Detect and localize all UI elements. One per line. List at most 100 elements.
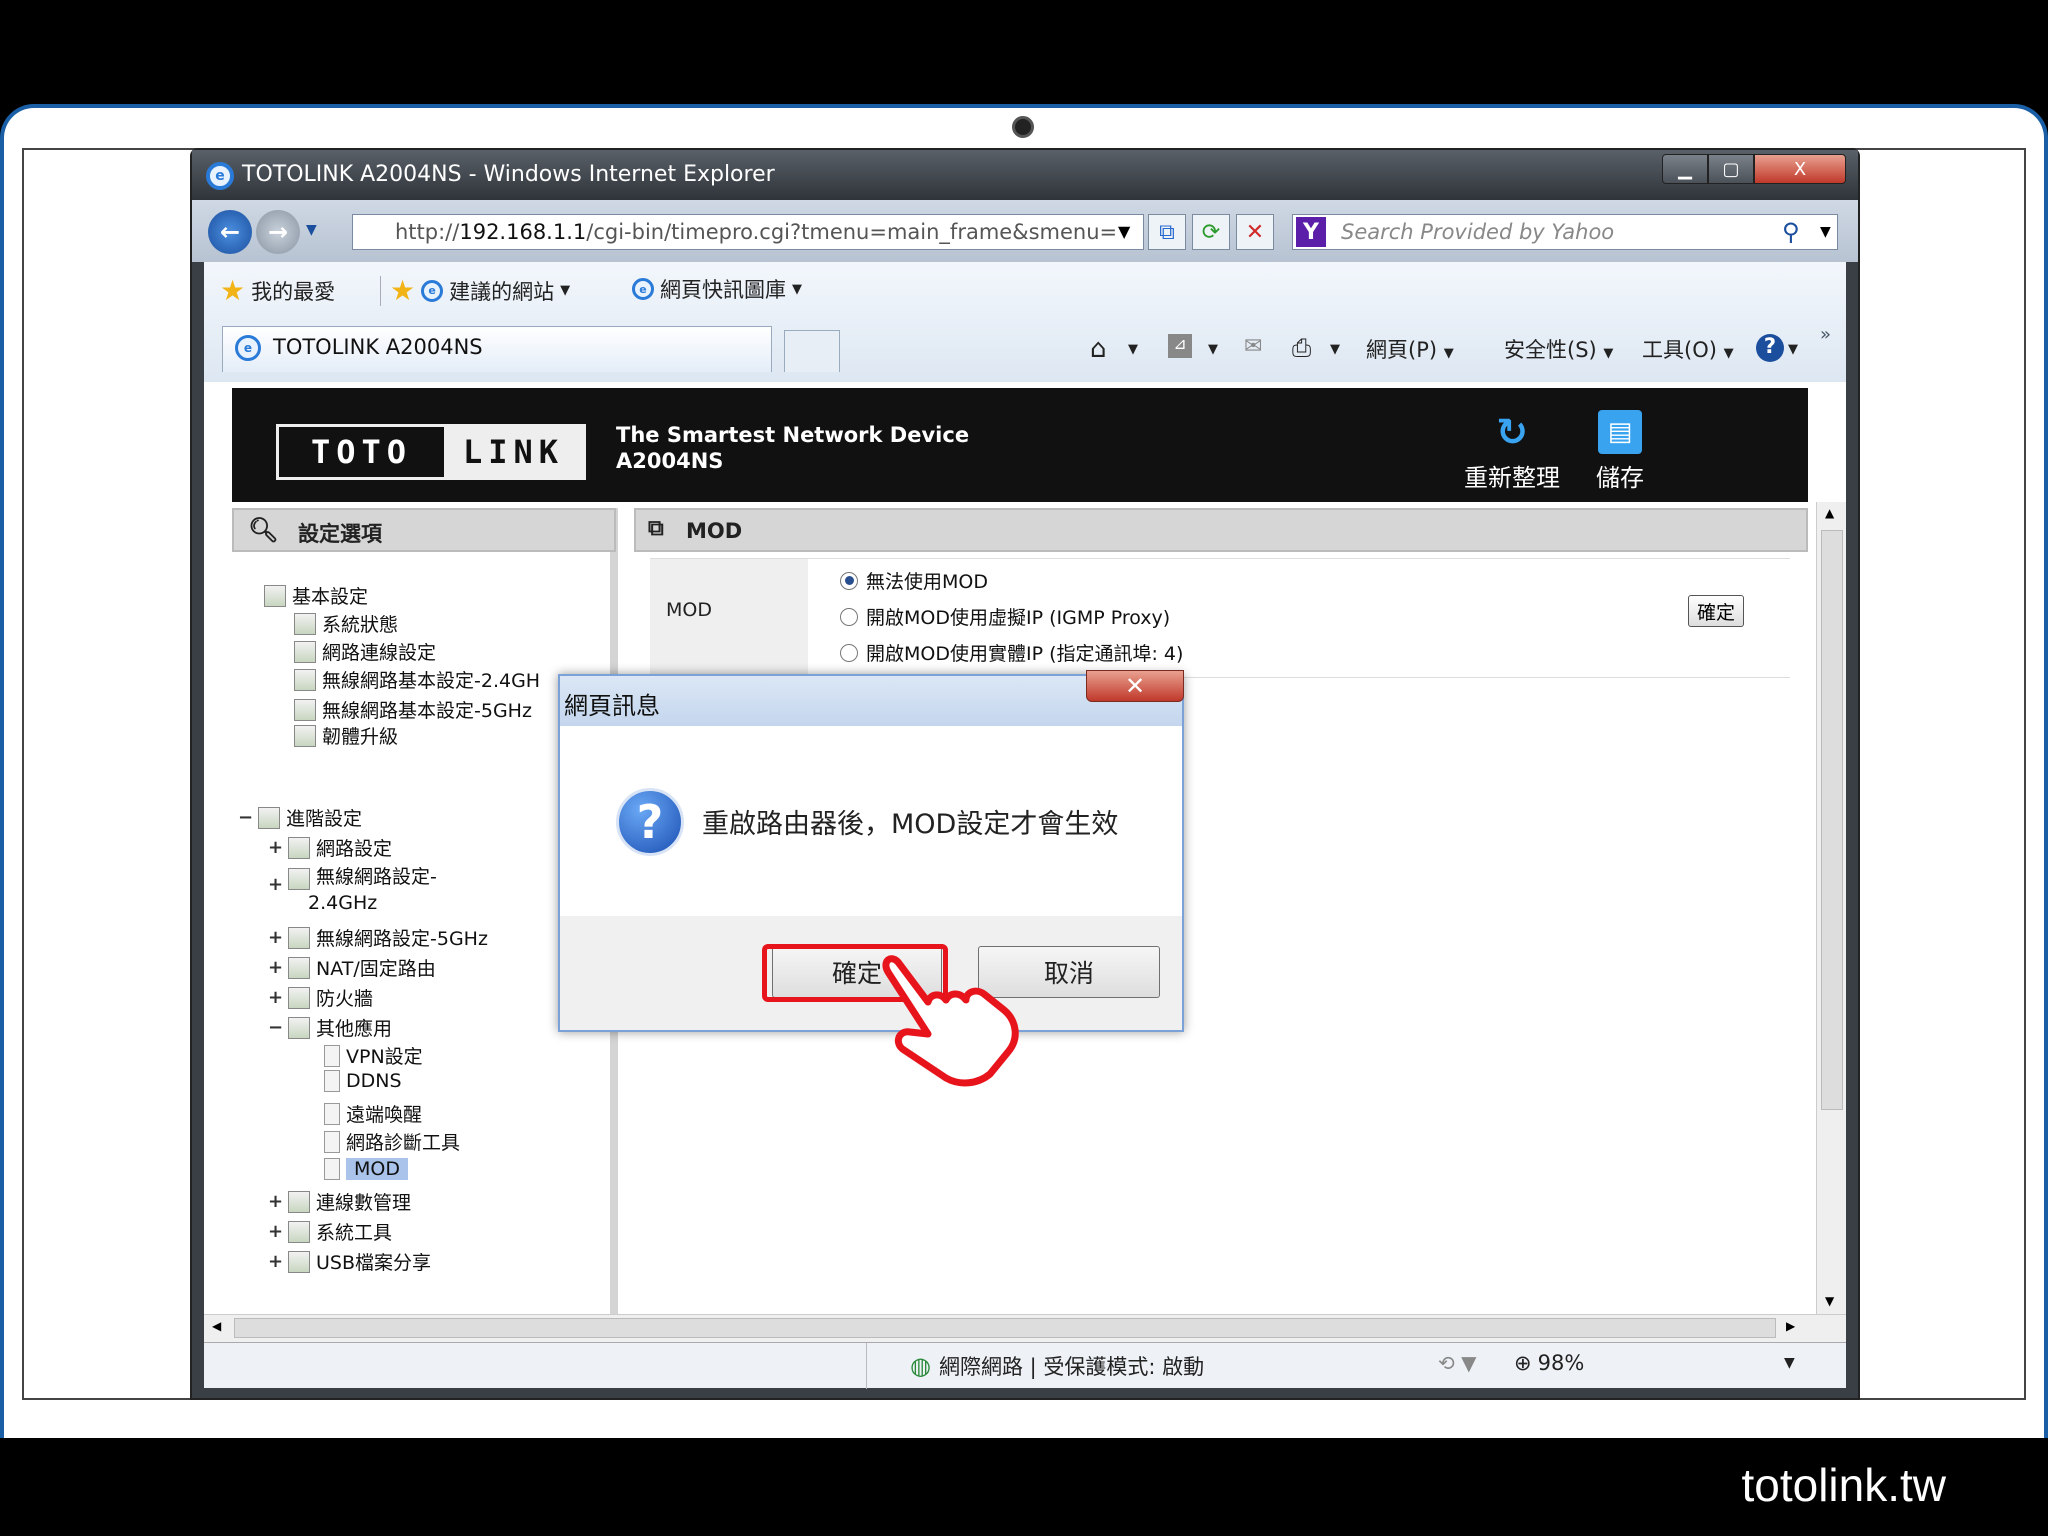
- search-dropdown-icon[interactable]: ▼: [1820, 224, 1831, 240]
- tab-totolink[interactable]: e TOTOLINK A2004NS: [222, 326, 772, 372]
- mod-row-label: MOD: [650, 559, 808, 679]
- tree-system-status[interactable]: 系統狀態: [294, 610, 398, 637]
- minimize-button[interactable]: ▁: [1662, 154, 1708, 184]
- more-commands-icon[interactable]: »: [1820, 324, 1831, 345]
- search-input[interactable]: Search Provided by Yahoo: [1292, 214, 1838, 250]
- zoom-control[interactable]: ⊕ 98%: [1514, 1351, 1584, 1375]
- tree-network-settings[interactable]: + 網路設定: [268, 834, 392, 861]
- help-icon[interactable]: ?: [1756, 334, 1784, 362]
- sidebar-header: 🔍︎ 設定選項: [232, 508, 616, 552]
- print-dropdown-icon[interactable]: ▼: [1330, 342, 1340, 357]
- web-slice-gallery-button[interactable]: e 網頁快訊圖庫 ▼: [632, 274, 802, 304]
- help-dropdown-icon[interactable]: ▼: [1788, 342, 1798, 357]
- router-header: TOTO LINK The Smartest Network Device A200…: [232, 388, 1808, 502]
- tree-advanced-settings[interactable]: − 進階設定: [238, 804, 362, 831]
- tree-wireless-settings-24[interactable]: + 無線網路設定- 2.4GHz: [268, 864, 437, 916]
- favorites-button[interactable]: ★ 我的最愛: [220, 274, 335, 307]
- tree-ddns[interactable]: DDNS: [324, 1070, 402, 1092]
- totolink-logo: TOTO LINK: [276, 424, 586, 480]
- mod-option-disabled[interactable]: 無法使用MOD: [840, 567, 988, 594]
- tree-network-connection[interactable]: 網路連線設定: [294, 638, 436, 665]
- mod-setting-row: MOD 無法使用MOD 開啟MOD使用虛擬IP (IGMP Proxy) 開啟M…: [650, 558, 1790, 679]
- page-icon: [324, 1044, 340, 1067]
- tree-firewall[interactable]: + 防火牆: [268, 984, 373, 1011]
- stop-icon[interactable]: ✕: [1236, 214, 1274, 250]
- scroll-left-icon[interactable]: ◀: [212, 1319, 221, 1333]
- chart-icon: [288, 1220, 310, 1243]
- add-favorite-icon: ★: [390, 274, 416, 307]
- horizontal-scroll-thumb[interactable]: [234, 1318, 1776, 1338]
- refresh-icon[interactable]: ⟳: [1192, 214, 1230, 250]
- expand-icon: +: [268, 1251, 284, 1272]
- protected-mode-icon[interactable]: ⟲ ▼: [1438, 1351, 1477, 1375]
- home-icon[interactable]: ⌂: [1090, 334, 1107, 364]
- page-icon: [324, 1130, 340, 1153]
- page-menu[interactable]: 網頁(P) ▼: [1366, 334, 1454, 364]
- scroll-down-icon[interactable]: ▼: [1825, 1294, 1834, 1308]
- tree-vpn[interactable]: VPN設定: [324, 1042, 423, 1069]
- compatibility-view-icon[interactable]: ⧉: [1148, 214, 1186, 250]
- chevron-down-icon: ▼: [1603, 346, 1614, 361]
- chevron-down-icon: ▼: [1443, 346, 1454, 361]
- forward-button[interactable]: →: [256, 210, 300, 254]
- back-button[interactable]: ←: [208, 210, 252, 254]
- tree-wireless-basic-5[interactable]: 無線網路基本設定-5GHz: [294, 696, 532, 723]
- horizontal-scrollbar[interactable]: ◀ ▶: [204, 1314, 1846, 1342]
- dialog-message: 重啟路由器後，MOD設定才會生效: [702, 809, 1119, 840]
- feeds-dropdown-icon[interactable]: ▼: [1208, 342, 1218, 357]
- yahoo-icon: Y: [1296, 217, 1326, 247]
- expand-icon: +: [268, 1191, 284, 1212]
- address-input[interactable]: http://192.168.1.1/cgi-bin/timepro.cgi?t…: [352, 214, 1144, 250]
- mail-icon[interactable]: ✉: [1244, 334, 1262, 359]
- ie-page-icon: e: [632, 278, 654, 300]
- new-tab-button[interactable]: [784, 330, 840, 372]
- scroll-up-icon[interactable]: ▲: [1825, 506, 1834, 520]
- tree-wireless-settings-5[interactable]: + 無線網路設定-5GHz: [268, 924, 488, 951]
- mod-option-real-ip[interactable]: 開啟MOD使用實體IP (指定通訊埠: 4): [840, 639, 1183, 666]
- tree-wake-on-lan[interactable]: 遠端喚醒: [324, 1100, 422, 1127]
- expand-icon: +: [268, 837, 284, 858]
- vertical-scrollbar[interactable]: ▲ ▼: [1816, 502, 1846, 1314]
- tree-usb-sharing[interactable]: + USB檔案分享: [268, 1248, 431, 1275]
- mod-option-virtual-ip[interactable]: 開啟MOD使用虛擬IP (IGMP Proxy): [840, 603, 1170, 630]
- print-icon[interactable]: ⎙: [1292, 334, 1311, 362]
- history-dropdown-icon[interactable]: ▼: [306, 222, 317, 238]
- vertical-scroll-thumb[interactable]: [1821, 530, 1843, 1110]
- ie-logo-icon: e: [206, 162, 234, 190]
- monitor-icon: [294, 640, 316, 663]
- status-bar: ◍ 網際網路 | 受保護模式: 啟動 ⟲ ▼ ⊕ 98% ▼: [204, 1342, 1846, 1389]
- dialog-body: ? 重啟路由器後，MOD設定才會生效: [560, 726, 1182, 916]
- tools-menu[interactable]: 工具(O) ▼: [1642, 334, 1734, 364]
- maximize-button[interactable]: ▢: [1708, 154, 1754, 184]
- favorites-bar: ★ 我的最愛 ★ e 建議的網站 ▼ e 網頁快訊圖庫 ▼ e TOTOLINK A2004N…: [204, 262, 1846, 382]
- tree-system-tools[interactable]: + 系統工具: [268, 1218, 392, 1245]
- tree-network-diagnostics[interactable]: 網路診斷工具: [324, 1128, 460, 1155]
- save-button[interactable]: ▤ 儲存: [1596, 410, 1644, 493]
- feeds-icon[interactable]: ⊿: [1168, 334, 1192, 358]
- tree-firmware-upgrade[interactable]: 韌體升級: [294, 722, 398, 749]
- mod-confirm-button[interactable]: 確定: [1688, 595, 1744, 627]
- dialog-close-button[interactable]: ✕: [1086, 670, 1184, 702]
- tree-mod[interactable]: MOD: [324, 1158, 408, 1180]
- suggested-sites-button[interactable]: ★ e 建議的網站 ▼: [390, 274, 570, 307]
- window-icon: ⧉: [648, 516, 664, 541]
- safety-menu[interactable]: 安全性(S) ▼: [1504, 334, 1613, 364]
- tree-wireless-basic-24[interactable]: 無線網路基本設定-2.4GH: [294, 666, 540, 693]
- close-button[interactable]: X: [1754, 154, 1846, 184]
- pointing-hand-icon: [882, 955, 1019, 1087]
- tab-favicon-icon: e: [235, 335, 261, 361]
- tree-nat-routing[interactable]: + NAT/固定路由: [268, 954, 436, 981]
- chevron-down-icon: ▼: [560, 283, 571, 298]
- tree-basic-settings[interactable]: 基本設定: [264, 582, 368, 609]
- scroll-right-icon[interactable]: ▶: [1786, 1319, 1795, 1333]
- security-zone[interactable]: ◍ 網際網路 | 受保護模式: 啟動: [910, 1351, 1204, 1381]
- refresh-button[interactable]: ↻ 重新整理: [1464, 410, 1560, 493]
- address-dropdown-icon[interactable]: ▼: [1118, 222, 1130, 241]
- magnifier-icon: 🔍︎: [248, 516, 279, 544]
- home-dropdown-icon[interactable]: ▼: [1128, 342, 1138, 357]
- tree-connection-management[interactable]: + 連線數管理: [268, 1188, 411, 1215]
- tree-other-applications[interactable]: − 其他應用: [268, 1014, 392, 1041]
- zoom-dropdown-icon[interactable]: ▼: [1784, 1355, 1795, 1371]
- title-bar: e TOTOLINK A2004NS - Windows Internet Ex…: [192, 150, 1858, 200]
- search-icon[interactable]: ⚲: [1782, 218, 1800, 246]
